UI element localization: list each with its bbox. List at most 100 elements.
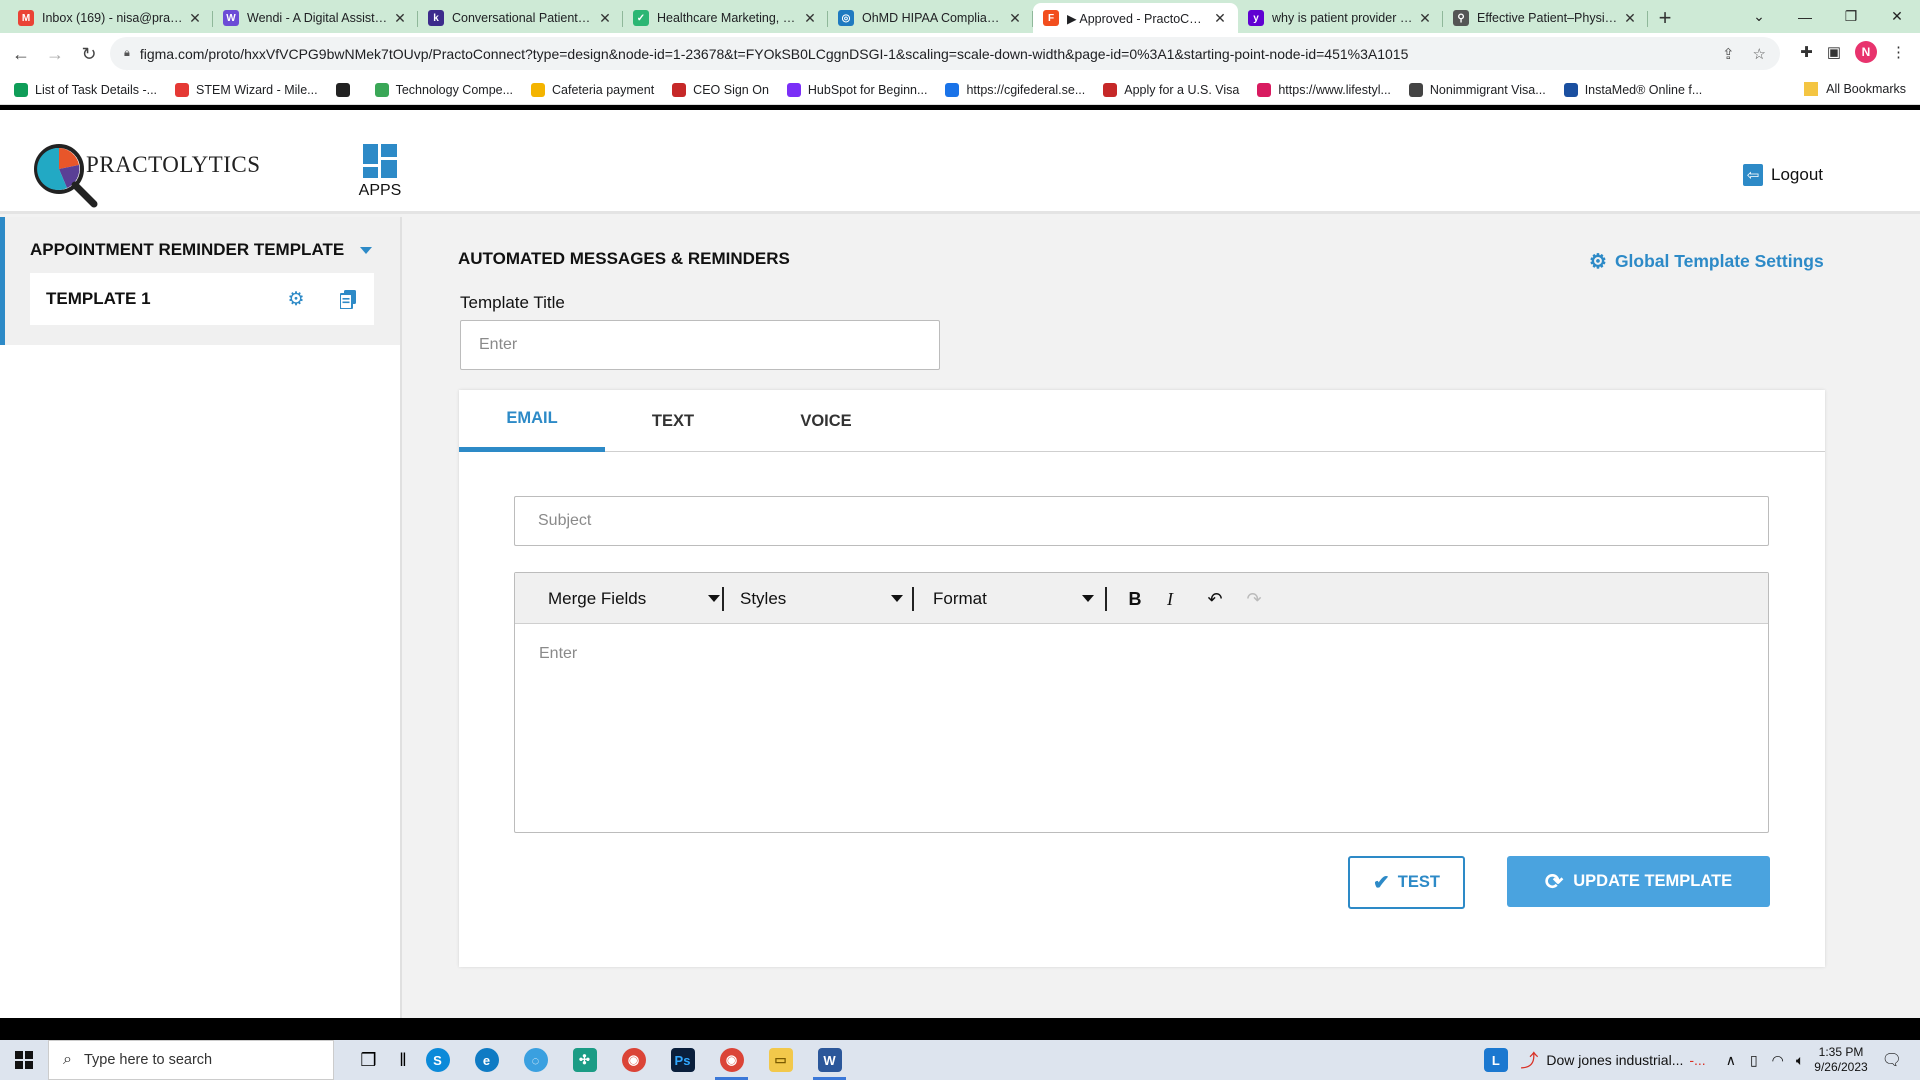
profile-avatar[interactable]: N bbox=[1855, 41, 1877, 63]
browser-tab[interactable]: F ▶ Approved - PractoConnect ✕ bbox=[1033, 3, 1238, 33]
cluster-app-icon[interactable]: ✣ bbox=[560, 1040, 609, 1080]
copy-icon[interactable] bbox=[338, 289, 358, 309]
gear-icon[interactable]: ⚙ bbox=[286, 289, 306, 310]
edge-icon[interactable]: e bbox=[462, 1040, 511, 1080]
bookmark-item[interactable]: STEM Wizard - Mile... bbox=[175, 82, 318, 97]
global-template-settings-link[interactable]: ⚙ Global Template Settings bbox=[1589, 249, 1824, 274]
bookmark-item[interactable]: List of Task Details -... bbox=[14, 82, 157, 97]
url-bar[interactable]: 🔒︎ figma.com/proto/hxxVfVCPG9bwNMek7tOUv… bbox=[110, 37, 1780, 70]
back-arrow-icon[interactable]: ← bbox=[4, 44, 38, 65]
bookmark-label: InstaMed® Online f... bbox=[1584, 82, 1703, 97]
volume-icon[interactable]: 🔈︎ bbox=[1796, 1052, 1804, 1069]
bookmark-item[interactable]: Nonimmigrant Visa... bbox=[1408, 82, 1546, 97]
browser-tab[interactable]: M Inbox (169) - nisa@practolytics ✕ bbox=[8, 3, 213, 33]
close-tab-icon[interactable]: ✕ bbox=[597, 10, 613, 27]
chat-icon: ◎ bbox=[838, 10, 854, 26]
chrome-icon[interactable]: ◉ bbox=[609, 1040, 658, 1080]
side-panel-icon[interactable]: ▣ bbox=[1827, 43, 1841, 61]
tab-voice[interactable]: VOICE bbox=[741, 390, 911, 452]
italic-button[interactable]: I bbox=[1157, 586, 1183, 612]
bookmark-label: Cafeteria payment bbox=[552, 82, 655, 97]
close-tab-icon[interactable]: ✕ bbox=[1212, 10, 1228, 27]
photoshop-icon[interactable]: Ps bbox=[658, 1040, 707, 1080]
news-widget[interactable]: ⤴ Dow jones industrial... -... bbox=[1520, 1047, 1705, 1073]
bookmark-item[interactable]: CEO Sign On bbox=[672, 82, 769, 97]
chrome-profile-icon[interactable]: ◉ bbox=[707, 1040, 756, 1080]
skype-icon[interactable]: S bbox=[413, 1040, 462, 1080]
browser-tab[interactable]: W Wendi - A Digital Assistant ✕ bbox=[213, 3, 418, 33]
notifications-icon[interactable]: 🗨︎ bbox=[1882, 1050, 1902, 1070]
windows-start-icon[interactable] bbox=[0, 1040, 48, 1080]
bookmark-favicon-icon bbox=[672, 82, 687, 97]
taskbar-search-input[interactable]: ⌕ Type here to search bbox=[48, 1040, 334, 1080]
brand-name: PRACTOLYTICS bbox=[86, 152, 261, 177]
menu-kebab-icon[interactable]: ⋮ bbox=[1891, 43, 1906, 61]
wendi-icon: W bbox=[223, 10, 239, 26]
update-template-button[interactable]: ⟳ UPDATE TEMPLATE bbox=[1507, 856, 1770, 907]
template-title-input[interactable] bbox=[460, 320, 940, 370]
format-label: Format bbox=[933, 588, 987, 608]
tab-text[interactable]: TEXT bbox=[605, 390, 741, 452]
tab-search-icon[interactable]: ⌄ bbox=[1736, 0, 1782, 33]
close-tab-icon[interactable]: ✕ bbox=[1007, 10, 1023, 27]
browser-tab[interactable]: ◎ OhMD HIPAA Compliant Te ✕ bbox=[828, 3, 1033, 33]
tab-email[interactable]: EMAIL bbox=[459, 390, 605, 452]
merge-fields-dropdown[interactable]: Merge Fields bbox=[548, 573, 720, 624]
redo-icon[interactable]: ↷ bbox=[1241, 586, 1267, 612]
forward-arrow-icon[interactable]: → bbox=[38, 44, 72, 65]
sidebar-section-toggle[interactable]: APPOINTMENT REMINDER TEMPLATE bbox=[30, 240, 373, 260]
test-button[interactable]: ✔ TEST bbox=[1348, 856, 1465, 909]
extensions-icon[interactable]: ✚ bbox=[1800, 43, 1813, 61]
sidebar-item-template-1[interactable]: TEMPLATE 1 ⚙ bbox=[30, 273, 374, 325]
task-view-icon[interactable]: ❒ bbox=[344, 1040, 393, 1080]
email-body-editor[interactable]: Enter bbox=[515, 625, 1768, 832]
network-app-icon[interactable]: ◌ bbox=[511, 1040, 560, 1080]
bookmark-item[interactable] bbox=[335, 82, 357, 97]
close-window-button[interactable]: ✕ bbox=[1874, 0, 1920, 33]
bold-button[interactable]: B bbox=[1122, 586, 1148, 612]
bookmark-favicon-icon bbox=[531, 82, 546, 97]
browser-tab[interactable]: ⚲ Effective Patient–Physician ✕ bbox=[1443, 3, 1648, 33]
close-tab-icon[interactable]: ✕ bbox=[392, 10, 408, 27]
format-dropdown[interactable]: Format bbox=[933, 573, 1094, 624]
file-explorer-icon[interactable]: ▭ bbox=[756, 1040, 805, 1080]
close-tab-icon[interactable]: ✕ bbox=[802, 10, 818, 27]
lync-icon[interactable]: L bbox=[1471, 1040, 1520, 1080]
clock[interactable]: 1:35 PM 9/26/2023 bbox=[1814, 1045, 1867, 1075]
reload-icon[interactable]: ↻ bbox=[72, 44, 106, 65]
browser-tab[interactable]: y why is patient provider con ✕ bbox=[1238, 3, 1443, 33]
all-bookmarks-folder[interactable]: All Bookmarks bbox=[1804, 82, 1906, 96]
logout-button[interactable]: ⇦ Logout bbox=[1743, 164, 1823, 186]
apps-launcher[interactable]: APPS bbox=[356, 144, 404, 200]
system-tray: L ⤴ Dow jones industrial... -... ∧ ▯ ◠ 🔈… bbox=[1471, 1040, 1920, 1080]
bookmark-star-icon[interactable]: ☆ bbox=[1753, 45, 1766, 63]
share-icon[interactable]: ⇪ bbox=[1722, 45, 1735, 63]
bookmark-item[interactable]: https://www.lifestyl... bbox=[1257, 82, 1391, 97]
restore-button[interactable]: ❐ bbox=[1828, 0, 1874, 33]
bookmark-item[interactable]: https://cgifederal.se... bbox=[945, 82, 1085, 97]
practolytics-logo[interactable]: PRACTOLYTICS bbox=[32, 142, 260, 212]
close-tab-icon[interactable]: ✕ bbox=[187, 10, 203, 27]
site-info-icon[interactable]: 🔒︎ bbox=[124, 47, 130, 60]
bookmark-item[interactable]: Cafeteria payment bbox=[531, 82, 655, 97]
bookmark-item[interactable]: Apply for a U.S. Visa bbox=[1103, 82, 1239, 97]
browser-tab[interactable]: k Conversational Patient Engagement ✕ bbox=[418, 3, 623, 33]
bookmark-favicon-icon bbox=[14, 82, 28, 97]
caret-down-icon bbox=[1082, 595, 1094, 602]
styles-dropdown[interactable]: Styles bbox=[740, 573, 903, 624]
close-tab-icon[interactable]: ✕ bbox=[1622, 10, 1638, 27]
undo-icon[interactable]: ↶ bbox=[1202, 586, 1228, 612]
bookmark-item[interactable]: InstaMed® Online f... bbox=[1563, 82, 1703, 97]
ncbi-icon: ⚲ bbox=[1453, 10, 1469, 26]
bookmark-item[interactable]: Technology Compe... bbox=[374, 82, 513, 97]
browser-tab[interactable]: ✓ Healthcare Marketing, Med ✕ bbox=[623, 3, 828, 33]
device-icon[interactable]: ▯ bbox=[1750, 1052, 1758, 1069]
word-icon[interactable]: W bbox=[805, 1040, 854, 1080]
bookmark-item[interactable]: HubSpot for Beginn... bbox=[786, 82, 927, 97]
minimize-button[interactable]: — bbox=[1782, 0, 1828, 33]
subject-input[interactable] bbox=[514, 496, 1769, 546]
tray-chevron-icon[interactable]: ∧ bbox=[1726, 1052, 1736, 1069]
close-tab-icon[interactable]: ✕ bbox=[1417, 10, 1433, 27]
wifi-icon[interactable]: ◠ bbox=[1772, 1052, 1784, 1069]
new-tab-button[interactable]: + bbox=[1648, 3, 1682, 33]
